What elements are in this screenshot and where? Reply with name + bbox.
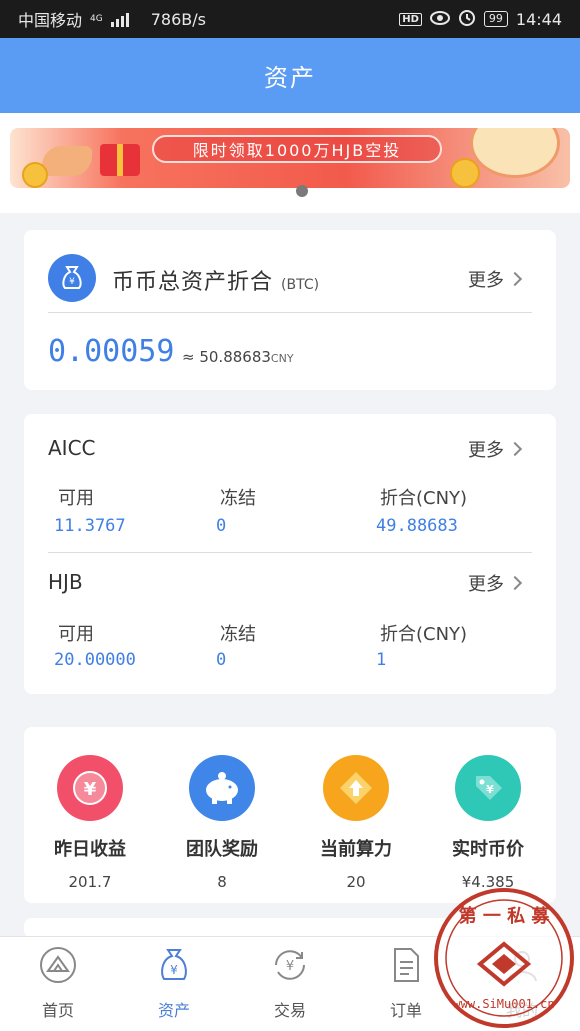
chevron-right-icon [507, 575, 523, 591]
feature-team-reward[interactable]: 团队奖励 8 [162, 755, 282, 891]
yen-coin-icon: ¥ [57, 755, 123, 821]
hd-icon: HD [399, 12, 422, 26]
feature-label: 昨日收益 [54, 839, 126, 860]
coin-name: AICC [48, 436, 96, 460]
money-bag-icon: ¥ [48, 254, 96, 302]
svg-text:¥: ¥ [170, 963, 178, 977]
alarm-icon [458, 8, 476, 30]
available-label: 可用 [58, 488, 94, 509]
converted-label: 折合(CNY) [380, 488, 468, 509]
feature-value: 8 [217, 873, 227, 891]
coin-more-button[interactable]: 更多 [468, 570, 523, 596]
money-bag-icon: ¥ [154, 945, 194, 985]
network-speed: 786B/s [150, 9, 206, 29]
banner-section: 限时领取1000万HJB空投 [0, 113, 580, 213]
coin-icon [450, 158, 480, 188]
converted-label: 折合(CNY) [380, 624, 468, 645]
total-assets-title: 币币总资产折合 (BTC) [112, 270, 320, 295]
tab-label: 首页 [41, 1001, 74, 1020]
network-type: 4G [90, 14, 103, 24]
feature-value: 201.7 [68, 873, 112, 891]
watermark-stamp: 第 一 私 募 www.SiMu001.cn [432, 886, 576, 1030]
total-assets-card: ¥ 币币总资产折合 (BTC) 更多 0.00059 ≈ 50.88683CNY [24, 230, 556, 390]
feature-label: 实时币价 [452, 839, 524, 860]
btc-total-value: 0.00059 [48, 334, 175, 369]
feature-realtime-price[interactable]: ¥ 实时币价 ¥4.385 [428, 755, 548, 891]
svg-text:www.SiMu001.cn: www.SiMu001.cn [453, 997, 554, 1011]
home-icon [38, 945, 78, 985]
tab-trade[interactable]: ¥ 交易 [232, 945, 348, 1021]
chevron-right-icon [507, 271, 523, 287]
available-value: 20.00000 [54, 650, 136, 670]
svg-text:¥: ¥ [69, 277, 75, 287]
coin-list-card: AICC 更多 可用 冻结 折合(CNY) 11.3767 0 49.88683… [24, 414, 556, 694]
available-label: 可用 [58, 624, 94, 645]
power-upload-icon [323, 755, 389, 821]
svg-text:第 一 私 募: 第 一 私 募 [459, 905, 551, 927]
tab-label: 交易 [273, 1001, 306, 1020]
converted-value: 1 [376, 650, 387, 670]
divider [48, 312, 532, 313]
banner-person-graphic [42, 146, 92, 176]
total-assets-unit: (BTC) [281, 277, 320, 293]
svg-text:¥: ¥ [486, 783, 494, 796]
available-value: 11.3767 [54, 516, 126, 536]
price-tag-icon: ¥ [455, 755, 521, 821]
coin-name: HJB [48, 570, 83, 594]
gift-icon [100, 144, 140, 176]
chevron-right-icon [507, 441, 523, 457]
clock-time: 14:44 [515, 9, 562, 29]
features-card: ¥ 昨日收益 201.7 团队奖励 8 当前算力 20 ¥ 实时币价 ¥4.38… [24, 727, 556, 903]
frozen-label: 冻结 [220, 488, 256, 509]
order-icon [386, 945, 426, 985]
tab-label: 资产 [157, 1001, 190, 1020]
frozen-value: 0 [216, 650, 227, 670]
carrier-label: 中国移动 [18, 11, 83, 30]
page-title: 资产 [264, 64, 316, 92]
page-header: 资产 [0, 38, 580, 113]
frozen-value: 0 [216, 516, 227, 536]
battery-icon: 99 [483, 11, 508, 27]
tab-home[interactable]: 首页 [0, 945, 116, 1021]
feature-label: 团队奖励 [186, 839, 258, 860]
tab-assets[interactable]: ¥ 资产 [116, 945, 232, 1021]
frozen-label: 冻结 [220, 624, 256, 645]
promo-banner[interactable]: 限时领取1000万HJB空投 [10, 128, 570, 188]
feature-hashrate[interactable]: 当前算力 20 [296, 755, 416, 891]
feature-label: 当前算力 [320, 839, 392, 860]
feature-value: 20 [346, 873, 366, 891]
status-bar: 中国移动 4G 786B/s HD 99 14:44 [0, 0, 580, 38]
cny-unit: CNY [270, 352, 294, 365]
svg-text:¥: ¥ [286, 959, 294, 974]
eye-icon [429, 10, 450, 29]
banner-medal-graphic [470, 128, 560, 178]
signal-icon [110, 11, 129, 27]
piggy-bank-icon [189, 755, 255, 821]
exchange-icon: ¥ [270, 945, 310, 985]
coin-more-button[interactable]: 更多 [468, 436, 523, 462]
banner-text: 限时领取1000万HJB空投 [152, 135, 442, 163]
carousel-indicator[interactable] [296, 185, 308, 197]
coin-icon [22, 162, 48, 188]
divider [48, 552, 532, 553]
total-assets-more-button[interactable]: 更多 [468, 266, 523, 292]
svg-text:¥: ¥ [84, 779, 97, 800]
converted-value: 49.88683 [376, 516, 458, 536]
feature-yesterday-earnings[interactable]: ¥ 昨日收益 201.7 [30, 755, 150, 891]
cny-approx: ≈ 50.88683CNY [182, 348, 294, 366]
